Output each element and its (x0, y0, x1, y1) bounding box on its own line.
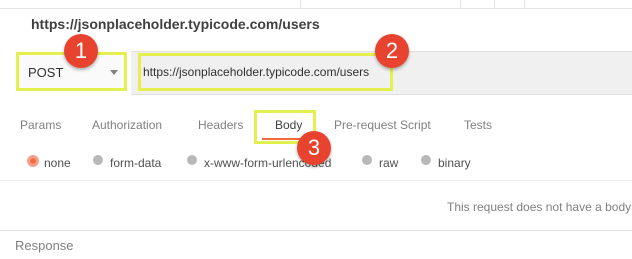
divider (0, 230, 632, 231)
radio-form-data[interactable] (93, 155, 103, 165)
radio-label-binary: binary (438, 156, 471, 170)
tab-authorization[interactable]: Authorization (92, 118, 162, 132)
request-tab-segment[interactable] (460, 0, 495, 8)
tab-headers[interactable]: Headers (198, 118, 243, 132)
annotation-badge-3: 3 (297, 131, 331, 165)
radio-x-www-form-urlencoded[interactable] (187, 155, 197, 165)
request-title: https://jsonplaceholder.typicode.com/use… (31, 16, 320, 32)
response-section-label: Response (15, 238, 74, 253)
request-tab-segment[interactable] (494, 0, 525, 8)
method-dropdown-value: POST (28, 65, 64, 80)
radio-label-form-data: form-data (110, 156, 162, 170)
radio-raw[interactable] (362, 155, 372, 165)
tab-params[interactable]: Params (20, 118, 61, 132)
chevron-down-icon (110, 70, 118, 75)
empty-body-message: This request does not have a body (447, 200, 632, 214)
url-input-highlight (138, 53, 393, 91)
top-tab-strip (0, 0, 632, 9)
request-tab-segment[interactable] (0, 0, 301, 8)
request-tab-segment[interactable] (300, 0, 461, 8)
radio-binary[interactable] (421, 155, 431, 165)
annotation-badge-1: 1 (64, 34, 98, 68)
radio-label-raw: raw (379, 156, 399, 170)
tab-pre-request-script[interactable]: Pre-request Script (334, 118, 431, 132)
radio-none[interactable] (27, 155, 39, 167)
tab-tests[interactable]: Tests (464, 118, 492, 132)
annotation-badge-2: 2 (375, 34, 409, 68)
divider (0, 180, 632, 181)
radio-label-none: none (44, 156, 71, 170)
